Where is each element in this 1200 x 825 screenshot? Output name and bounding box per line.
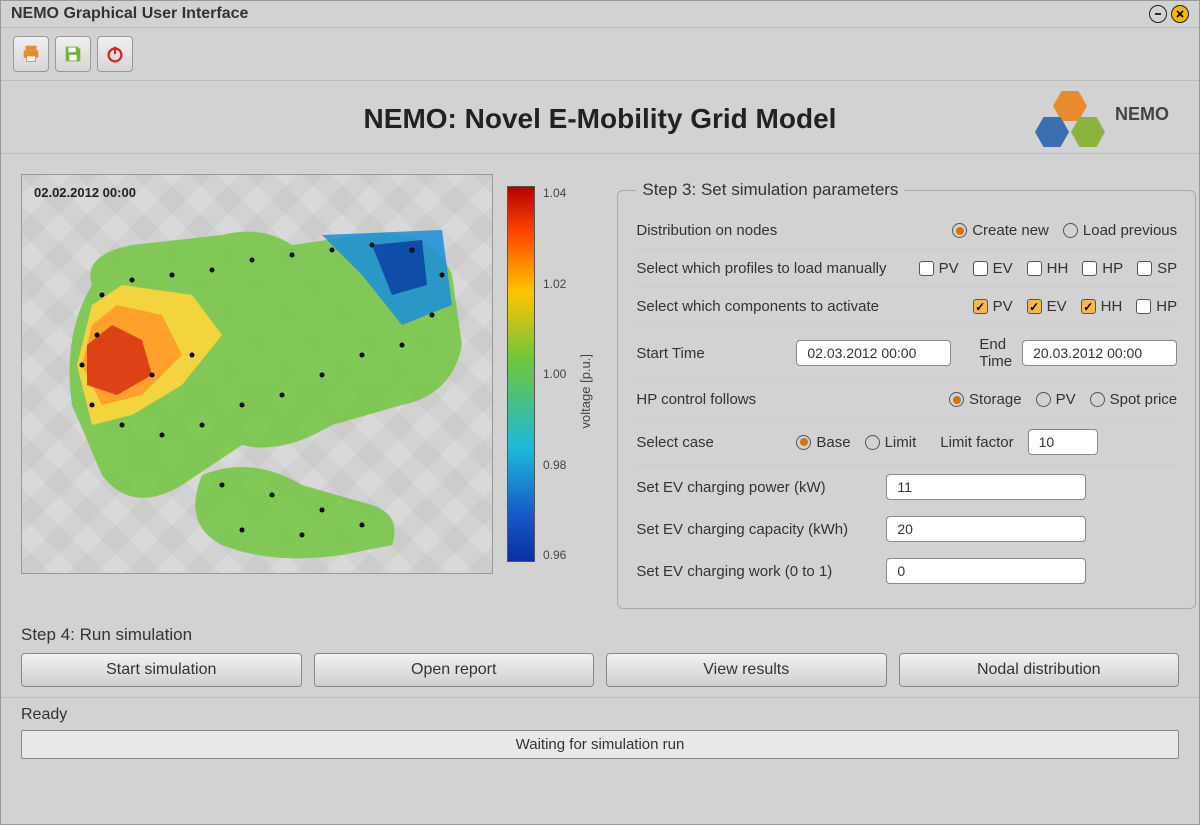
end-time-label: End Time — [979, 336, 1012, 370]
cbar-tick: 1.02 — [543, 277, 566, 291]
save-icon — [62, 43, 84, 65]
radio-spot-price[interactable]: Spot price — [1090, 391, 1178, 408]
logo-hex-green — [1071, 117, 1105, 147]
radio-limit[interactable]: Limit — [865, 434, 917, 451]
check-hh-activate[interactable]: HH — [1081, 298, 1123, 315]
open-report-button[interactable]: Open report — [314, 653, 595, 687]
power-icon — [104, 43, 126, 65]
map-column: 02.02.2012 00:00 — [21, 174, 597, 609]
row-case: Select case Base Limit Limit factor 10 — [636, 419, 1177, 466]
row-profiles: Select which profiles to load manually P… — [636, 250, 1177, 288]
step4-title: Step 4: Run simulation — [21, 625, 1179, 645]
status-label: Ready — [21, 706, 1179, 724]
limit-factor-label: Limit factor — [940, 434, 1013, 451]
window-controls — [1149, 5, 1189, 23]
radio-pv[interactable]: PV — [1036, 391, 1076, 408]
row-times: Start Time 02.03.2012 00:00 End Time 20.… — [636, 326, 1177, 381]
row-hp-control: HP control follows Storage PV Spot price — [636, 381, 1177, 419]
header: NEMO: Novel E-Mobility Grid Model NEMO — [1, 81, 1199, 154]
cbar-tick: 0.96 — [543, 548, 566, 562]
case-label: Select case — [636, 434, 786, 451]
logo-hex-orange — [1053, 91, 1087, 121]
minimize-button[interactable] — [1149, 5, 1167, 23]
check-ev-profile[interactable]: EV — [973, 260, 1013, 277]
check-pv-profile[interactable]: PV — [919, 260, 959, 277]
ev-power-input[interactable]: 11 — [886, 474, 1086, 500]
logo: NEMO — [1029, 91, 1169, 163]
close-button[interactable] — [1171, 5, 1189, 23]
check-ev-activate[interactable]: EV — [1027, 298, 1067, 315]
colorbar: 1.04 1.02 1.00 0.98 0.96 voltage [p.u.] — [507, 174, 597, 609]
end-time-input[interactable]: 20.03.2012 00:00 — [1022, 340, 1177, 366]
ev-capacity-label: Set EV charging capacity (kWh) — [636, 521, 876, 538]
toolbar — [1, 28, 1199, 81]
map-heatmap — [22, 175, 493, 574]
step3-title: Step 3: Set simulation parameters — [636, 180, 904, 200]
ev-power-label: Set EV charging power (kW) — [636, 479, 876, 496]
logo-text: NEMO — [1115, 104, 1169, 125]
radio-storage[interactable]: Storage — [949, 391, 1022, 408]
start-time-input[interactable]: 02.03.2012 00:00 — [796, 340, 951, 366]
colorbar-gradient — [507, 186, 535, 562]
radio-load-previous[interactable]: Load previous — [1063, 222, 1177, 239]
hp-label: HP control follows — [636, 391, 876, 408]
map-panel[interactable]: 02.02.2012 00:00 — [21, 174, 493, 574]
printer-icon — [20, 43, 42, 65]
titlebar: NEMO Graphical User Interface — [1, 1, 1199, 28]
radio-create-new[interactable]: Create new — [952, 222, 1049, 239]
start-simulation-button[interactable]: Start simulation — [21, 653, 302, 687]
row-activate: Select which components to activate PV E… — [636, 288, 1177, 326]
power-button[interactable] — [97, 36, 133, 72]
status-area: Ready Waiting for simulation run — [1, 698, 1199, 773]
row-ev-capacity: Set EV charging capacity (kWh) 20 — [636, 508, 1177, 550]
app-window: NEMO Graphical User Interface NEMO: Nove… — [0, 0, 1200, 825]
check-hh-profile[interactable]: HH — [1027, 260, 1069, 277]
window-title: NEMO Graphical User Interface — [11, 5, 248, 23]
profiles-label: Select which profiles to load manually — [636, 260, 886, 277]
limit-factor-input[interactable]: 10 — [1028, 429, 1098, 455]
row-ev-power: Set EV charging power (kW) 11 — [636, 466, 1177, 508]
cbar-tick: 0.98 — [543, 458, 566, 472]
step4-panel: Step 4: Run simulation Start simulation … — [1, 619, 1199, 698]
print-button[interactable] — [13, 36, 49, 72]
cbar-tick: 1.04 — [543, 186, 566, 200]
distribution-label: Distribution on nodes — [636, 222, 876, 239]
view-results-button[interactable]: View results — [606, 653, 887, 687]
row-distribution: Distribution on nodes Create new Load pr… — [636, 212, 1177, 250]
radio-base[interactable]: Base — [796, 434, 850, 451]
ev-work-input[interactable]: 0 — [886, 558, 1086, 584]
map-timestamp: 02.02.2012 00:00 — [34, 185, 136, 200]
colorbar-ticks: 1.04 1.02 1.00 0.98 0.96 — [541, 186, 568, 562]
ev-work-label: Set EV charging work (0 to 1) — [636, 563, 876, 580]
page-title: NEMO: Novel E-Mobility Grid Model — [364, 103, 837, 135]
check-pv-activate[interactable]: PV — [973, 298, 1013, 315]
main-content: 02.02.2012 00:00 — [1, 154, 1199, 619]
ev-capacity-input[interactable]: 20 — [886, 516, 1086, 542]
nodal-distribution-button[interactable]: Nodal distribution — [899, 653, 1180, 687]
activate-label: Select which components to activate — [636, 298, 879, 315]
row-ev-work: Set EV charging work (0 to 1) 0 — [636, 550, 1177, 592]
logo-hex-blue — [1035, 117, 1069, 147]
colorbar-label: voltage [p.u.] — [574, 354, 597, 428]
cbar-tick: 1.00 — [543, 367, 566, 381]
step3-panel: Step 3: Set simulation parameters Distri… — [617, 180, 1196, 609]
check-hp-profile[interactable]: HP — [1082, 260, 1123, 277]
start-time-label: Start Time — [636, 345, 786, 362]
check-hp-activate[interactable]: HP — [1136, 298, 1177, 315]
check-sp-profile[interactable]: SP — [1137, 260, 1177, 277]
status-bar: Waiting for simulation run — [21, 730, 1179, 759]
save-button[interactable] — [55, 36, 91, 72]
